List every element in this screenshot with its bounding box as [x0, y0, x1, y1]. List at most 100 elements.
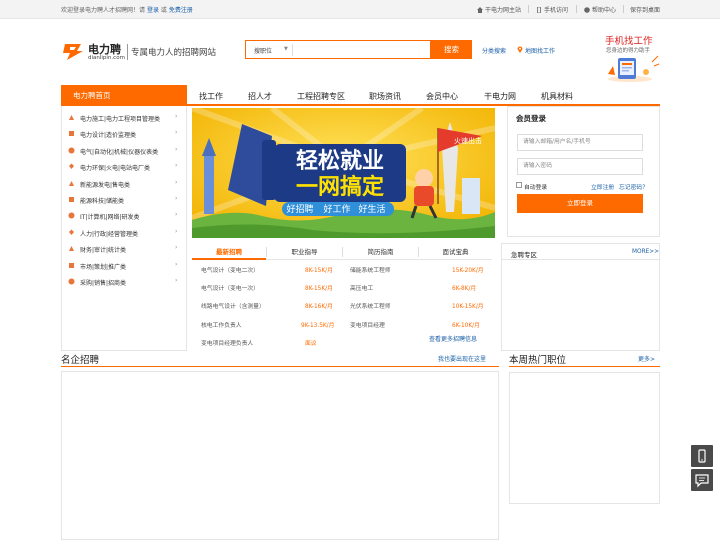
chevron-right-icon: ›: [175, 227, 178, 235]
category-item[interactable]: 电力环保|火电|电站电厂类 ›: [62, 159, 186, 175]
search-box: 搜职位 ▼: [245, 40, 431, 59]
login-link[interactable]: 登录: [147, 7, 159, 14]
hot-jobs-more-link[interactable]: 更多>: [638, 354, 655, 363]
category-item[interactable]: 电力设计|造价监理类 ›: [62, 126, 186, 142]
job-title[interactable]: 光伏系统工程师: [350, 301, 391, 310]
divider: [576, 5, 577, 13]
mobile-float-button[interactable]: [691, 445, 713, 467]
more-jobs-link[interactable]: 查看更多招聘信息: [429, 334, 477, 343]
nav-engineering[interactable]: 工程招聘专区: [297, 91, 345, 102]
category-label: 能源科技|储能类: [80, 198, 125, 205]
chevron-right-icon: ›: [175, 145, 178, 153]
username-field[interactable]: 请输入邮箱/用户名/手机号: [517, 134, 643, 151]
svg-text:好生活: 好生活: [358, 203, 385, 215]
job-title[interactable]: 储能系统工程师: [350, 265, 391, 274]
home-icon: [477, 7, 483, 13]
job-salary: 8K-16K/月: [305, 304, 333, 311]
category-icon: [69, 180, 74, 186]
tab-interview-tips[interactable]: 面试宝典: [419, 244, 492, 260]
login-title: 会员登录: [516, 114, 546, 123]
phone-icon: [698, 449, 706, 463]
job-salary: 6K-8K/月: [452, 286, 477, 293]
save-desktop-link[interactable]: 保存到桌面: [630, 5, 660, 14]
search-input[interactable]: [296, 43, 426, 56]
category-icon: [69, 197, 74, 202]
auto-login-checkbox[interactable]: [516, 182, 522, 188]
nav-gan-dianli[interactable]: 干电力网: [484, 91, 516, 102]
tab-resume-guide[interactable]: 简历指南: [343, 244, 418, 260]
search-category-select[interactable]: 搜职位: [254, 46, 272, 55]
chevron-right-icon: ›: [175, 129, 178, 137]
divider: [501, 259, 660, 260]
chevron-right-icon: ›: [175, 277, 178, 284]
chevron-right-icon: ›: [175, 260, 178, 268]
chevron-right-icon: ›: [175, 162, 178, 170]
slogan: 专属电力人的招聘网站: [131, 48, 217, 58]
category-item[interactable]: 新能源发电|售电类 ›: [62, 176, 186, 192]
job-title[interactable]: 变电项目经理: [350, 320, 385, 329]
mobile-access-link[interactable]: 手机访问: [536, 5, 568, 14]
famous-companies-panel: [61, 371, 499, 540]
category-icon: [69, 131, 74, 137]
nav-news[interactable]: 职场资讯: [369, 91, 401, 102]
job-salary: 10K-15K/月: [452, 304, 484, 311]
category-label: 财务|审计|统计类: [80, 247, 127, 255]
category-icon: [69, 246, 74, 252]
hot-jobs-panel: [509, 372, 660, 504]
mobile-promo-title: 手机找工作: [605, 36, 653, 47]
password-field[interactable]: 请输入密码: [517, 158, 643, 175]
register-link[interactable]: 免费注册: [169, 7, 193, 14]
tab-latest-jobs[interactable]: 最新招聘: [192, 244, 266, 260]
category-icon: [68, 212, 75, 219]
job-title[interactable]: 电气设计（变电二次）: [201, 265, 259, 274]
nav-materials[interactable]: 机具材料: [541, 91, 573, 102]
svg-text:好招聘: 好招聘: [286, 203, 313, 215]
category-search-link[interactable]: 分类搜索: [482, 46, 506, 55]
category-item[interactable]: 财务|审计|统计类 ›: [62, 241, 186, 257]
urgent-more-link[interactable]: MORE>>: [632, 249, 659, 255]
category-icon: [69, 163, 74, 170]
login-button[interactable]: 立即登录: [517, 194, 643, 213]
top-bar: 欢迎登录电力聘人才招聘网！请 登录 或 免费注册 干电力网主站 手机访问 帮助中…: [0, 0, 720, 19]
svg-text:好工作: 好工作: [323, 203, 350, 215]
category-icon: [69, 229, 74, 235]
category-item[interactable]: 电气|自动化|机械|仪器仪表类 ›: [62, 143, 186, 159]
job-title[interactable]: 电气设计（变电一次）: [201, 283, 259, 292]
category-item[interactable]: 能源科技|储能类 ›: [62, 192, 186, 208]
category-icon: [69, 115, 74, 120]
chevron-right-icon: ›: [175, 195, 178, 202]
nav-home[interactable]: 电力聘首页: [61, 85, 187, 106]
urgent-title: 急聘专区: [511, 251, 537, 259]
job-title[interactable]: 核电工作负责人: [201, 320, 242, 329]
search-button[interactable]: 搜索: [431, 40, 472, 59]
feedback-float-button[interactable]: [691, 469, 713, 491]
forgot-password-link[interactable]: 忘记密码？: [619, 182, 648, 191]
category-item[interactable]: 市场|策划|推广类 ›: [62, 258, 186, 274]
job-salary: 15K-20K/月: [452, 268, 484, 274]
appear-here-link[interactable]: 我也要出现在这里: [438, 354, 486, 363]
section-underline: [509, 366, 660, 367]
nav-find-job[interactable]: 找工作: [199, 91, 223, 102]
help-center-link[interactable]: 帮助中心: [584, 5, 616, 14]
category-label: 采购|销售|招商类: [80, 280, 127, 287]
map-search-link[interactable]: 地图找工作: [525, 46, 555, 55]
nav-find-talent[interactable]: 招人才: [248, 91, 272, 102]
category-icon: [68, 278, 75, 285]
category-item[interactable]: IT|计算机|网络|研发类 ›: [62, 208, 186, 224]
category-item[interactable]: 电力施工|电力工程项目管理类 ›: [62, 110, 186, 126]
job-title[interactable]: 线路电气设计（含测量）: [201, 301, 265, 310]
job-title[interactable]: 高压电工: [350, 283, 373, 292]
logo-divider: [127, 44, 128, 60]
logo-icon: [63, 44, 83, 60]
main-site-link[interactable]: 干电力网主站: [477, 5, 521, 14]
register-now-link[interactable]: 立即注册: [591, 182, 614, 191]
category-item[interactable]: 采购|销售|招商类 ›: [62, 274, 186, 290]
or-text: 或: [160, 7, 167, 14]
category-item[interactable]: 人力|行政|经营管理类 ›: [62, 225, 186, 241]
chevron-right-icon: ›: [175, 244, 178, 252]
hero-banner[interactable]: 轻松就业 一网搞定 好招聘 好工作 好生活 火速出击: [192, 108, 495, 238]
tab-career-guide[interactable]: 职业指导: [267, 244, 342, 260]
welcome-text: 欢迎登录电力聘人才招聘网！请 登录 或 免费注册: [61, 5, 193, 14]
job-title[interactable]: 变电项目经理负责人: [201, 338, 253, 347]
nav-member-center[interactable]: 会员中心: [426, 91, 458, 102]
